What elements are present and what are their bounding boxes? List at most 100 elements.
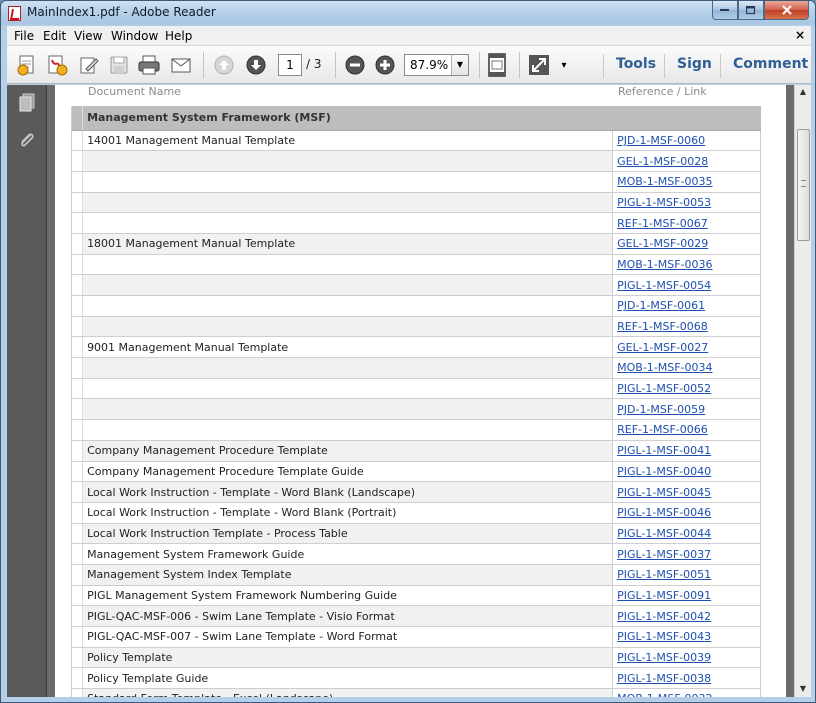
document-name-cell: Management System Framework Guide: [82, 543, 613, 565]
create-pdf-button[interactable]: [45, 53, 69, 77]
sign-pane-button[interactable]: Sign: [677, 56, 712, 72]
reference-link[interactable]: MOB-1-MSF-0036: [617, 258, 712, 271]
reference-link[interactable]: REF-1-MSF-0068: [617, 320, 708, 333]
full-screen-button[interactable]: [527, 53, 551, 77]
reference-link[interactable]: GEL-1-MSF-0028: [617, 155, 708, 168]
menu-help[interactable]: Help: [165, 29, 192, 43]
page-thumbnails-button[interactable]: [17, 92, 37, 112]
maximize-icon: [746, 5, 756, 14]
close-icon: [781, 5, 792, 15]
reference-cell: PIGL-1-MSF-0043: [612, 626, 761, 648]
document-name-cell: [82, 150, 613, 172]
zoom-select[interactable]: 87.9% ▼: [404, 54, 469, 76]
minus-circle-icon: [345, 55, 365, 75]
reference-link[interactable]: GEL-1-MSF-0029: [617, 237, 708, 250]
row-margin-cell: [70, 192, 83, 214]
close-document-button[interactable]: ×: [795, 28, 805, 42]
document-name-cell: Company Management Procedure Template: [82, 440, 613, 462]
menu-edit[interactable]: Edit: [43, 29, 66, 43]
reference-link[interactable]: PJD-1-MSF-0060: [617, 134, 705, 147]
table-row: Local Work Instruction - Template - Word…: [70, 502, 761, 524]
menu-window[interactable]: Window: [111, 29, 158, 43]
section-header-row: Management System Framework (MSF): [70, 106, 761, 131]
reference-link[interactable]: PIGL-1-MSF-0041: [617, 444, 711, 457]
scroll-up-arrow-icon[interactable]: ▲: [795, 85, 811, 99]
previous-page-button[interactable]: [212, 53, 236, 77]
paperclip-icon: [21, 133, 34, 147]
menu-view[interactable]: View: [74, 29, 102, 43]
reference-link[interactable]: PIGL-1-MSF-0051: [617, 568, 711, 581]
reference-link[interactable]: PIGL-1-MSF-0037: [617, 548, 711, 561]
open-button[interactable]: [15, 53, 39, 77]
next-page-button[interactable]: [244, 53, 268, 77]
vertical-scrollbar[interactable]: ▲ ▼: [794, 85, 811, 697]
reference-link[interactable]: PIGL-1-MSF-0091: [617, 589, 711, 602]
plus-circle-icon: [375, 55, 395, 75]
save-button[interactable]: [107, 53, 131, 77]
table-row: Policy Template PIGL-1-MSF-0039: [70, 647, 761, 669]
document-name-cell: PIGL Management System Framework Numberi…: [82, 585, 613, 607]
chevron-down-icon[interactable]: ▼: [451, 55, 468, 75]
window-title: MainIndex1.pdf - Adobe Reader: [27, 5, 216, 19]
print-button[interactable]: [137, 53, 161, 77]
edit-button[interactable]: [77, 53, 101, 77]
minimize-button[interactable]: [712, 1, 738, 20]
reference-cell: PIGL-1-MSF-0042: [612, 605, 761, 627]
reader-window: MainIndex1.pdf - Adobe Reader File Edit …: [0, 0, 816, 703]
row-margin-cell: [70, 688, 83, 697]
reference-link[interactable]: MOB-1-MSF-0034: [617, 361, 712, 374]
reference-link[interactable]: PIGL-1-MSF-0052: [617, 382, 711, 395]
reference-link[interactable]: PIGL-1-MSF-0043: [617, 630, 711, 643]
reference-link[interactable]: REF-1-MSF-0066: [617, 423, 708, 436]
document-area[interactable]: Document Name Reference / Link Managemen…: [47, 85, 794, 697]
document-name-cell: Policy Template: [82, 647, 613, 669]
title-bar[interactable]: MainIndex1.pdf - Adobe Reader: [1, 1, 815, 25]
reference-link[interactable]: PJD-1-MSF-0059: [617, 403, 705, 416]
scroll-down-arrow-icon[interactable]: ▼: [795, 682, 811, 696]
reference-link[interactable]: PIGL-1-MSF-0042: [617, 610, 711, 623]
reference-link[interactable]: REF-1-MSF-0067: [617, 217, 708, 230]
table-row: PIGL-1-MSF-0052: [70, 378, 761, 400]
scrollbar-thumb[interactable]: [797, 129, 810, 241]
navigation-pane: [7, 85, 47, 697]
zoom-in-button[interactable]: [373, 53, 397, 77]
close-window-button[interactable]: [764, 1, 809, 20]
document-name-cell: [82, 254, 613, 276]
document-name-cell: [82, 192, 613, 214]
customize-toolbar-chevron-icon[interactable]: ▾: [557, 53, 571, 77]
fit-page-button[interactable]: [485, 53, 509, 77]
reference-link[interactable]: PIGL-1-MSF-0040: [617, 465, 711, 478]
document-name-cell: Management System Index Template: [82, 564, 613, 586]
email-button[interactable]: [169, 53, 193, 77]
table-row: PIGL Management System Framework Numberi…: [70, 585, 761, 607]
document-index-table: Management System Framework (MSF) 14001 …: [70, 106, 761, 697]
attachments-button[interactable]: [17, 130, 37, 150]
reference-link[interactable]: PIGL-1-MSF-0038: [617, 672, 711, 685]
row-margin-cell: [70, 336, 83, 359]
toolbar-separator: [720, 54, 721, 78]
tools-pane-button[interactable]: Tools: [616, 56, 656, 72]
reference-cell: PIGL-1-MSF-0041: [612, 440, 761, 462]
zoom-out-button[interactable]: [343, 53, 367, 77]
reference-link[interactable]: PIGL-1-MSF-0044: [617, 527, 711, 540]
maximize-button[interactable]: [738, 1, 764, 20]
table-row: 14001 Management Manual Template PJD-1-MS…: [70, 130, 761, 152]
reference-link[interactable]: MOB-1-MSF-0035: [617, 175, 712, 188]
reference-link[interactable]: PIGL-1-MSF-0045: [617, 486, 711, 499]
document-name-cell: Company Management Procedure Template Gu…: [82, 461, 613, 483]
reference-link[interactable]: PIGL-1-MSF-0039: [617, 651, 711, 664]
toolbar-separator: [664, 54, 665, 78]
table-row: REF-1-MSF-0068: [70, 316, 761, 338]
document-name-cell: [82, 357, 613, 379]
comment-pane-button[interactable]: Comment: [733, 56, 808, 72]
reference-link[interactable]: PJD-1-MSF-0061: [617, 299, 705, 312]
menu-file[interactable]: File: [14, 29, 34, 43]
reference-link[interactable]: GEL-1-MSF-0027: [617, 341, 708, 354]
row-margin-cell: [70, 130, 83, 152]
reference-link[interactable]: PIGL-1-MSF-0053: [617, 196, 711, 209]
reference-link[interactable]: PIGL-1-MSF-0054: [617, 279, 711, 292]
reference-cell: PIGL-1-MSF-0091: [612, 585, 761, 607]
reference-link[interactable]: PIGL-1-MSF-0046: [617, 506, 711, 519]
document-name-cell: Local Work Instruction - Template - Word…: [82, 502, 613, 524]
page-number-input[interactable]: 1: [278, 54, 302, 76]
